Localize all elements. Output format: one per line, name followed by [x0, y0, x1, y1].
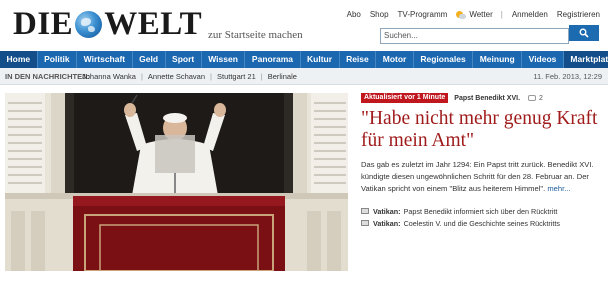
wetter-link[interactable]: Wetter — [469, 10, 492, 19]
globe-icon — [75, 10, 103, 38]
nav-item-meinung[interactable]: Meinung — [473, 51, 523, 68]
die-welt-logo[interactable]: DIE WELT — [13, 6, 202, 42]
more-link[interactable]: mehr... — [547, 184, 570, 193]
tv-programm-link[interactable]: TV-Programm — [398, 10, 448, 19]
nav-item-videos[interactable]: Videos — [522, 51, 564, 68]
search-icon — [579, 28, 589, 38]
top-links: Abo Shop TV-Programm Wetter | Anmelden R… — [338, 10, 600, 19]
weather-icon — [456, 10, 467, 19]
related-text: Coelestin V. und die Geschichte seines R… — [403, 218, 560, 228]
logo-word-welt: WELT — [104, 6, 203, 42]
nav-item-marktplatz[interactable]: Marktplatz — [563, 51, 608, 68]
ticker-tag[interactable]: Johanna Wanka — [82, 68, 136, 85]
current-date: 11. Feb. 2013, 12:29 — [533, 72, 602, 81]
separator: | — [140, 72, 143, 81]
related-text: Papst Benedikt informiert sich über den … — [403, 206, 558, 216]
main-navigation: Home Politik Wirtschaft Geld Sport Wisse… — [0, 51, 608, 68]
separator: | — [210, 72, 212, 81]
ticker-label: IN DEN NACHRICHTEN: — [5, 72, 90, 81]
comments-count[interactable]: 2 — [528, 95, 543, 102]
separator: | — [500, 10, 503, 19]
update-badge: Aktualisiert vor 1 Minute — [361, 93, 449, 103]
anmelden-link[interactable]: Anmelden — [512, 10, 548, 19]
article-teaser: Das gab es zuletzt im Jahr 1294: Ein Pap… — [361, 159, 602, 195]
nav-item-kultur[interactable]: Kultur — [301, 51, 340, 68]
nav-item-panorama[interactable]: Panorama — [245, 51, 301, 68]
nav-item-home[interactable]: Home — [0, 51, 38, 68]
article-icon — [361, 220, 369, 226]
nav-item-regionales[interactable]: Regionales — [414, 51, 474, 68]
registrieren-link[interactable]: Registrieren — [557, 10, 600, 19]
site-header: DIE WELT zur Startseite machen Abo Shop … — [0, 0, 608, 50]
separator: | — [260, 72, 263, 81]
abo-link[interactable]: Abo — [347, 10, 361, 19]
article-meta: Aktualisiert vor 1 Minute Papst Benedikt… — [361, 93, 602, 103]
lead-article: Aktualisiert vor 1 Minute Papst Benedikt… — [361, 93, 602, 229]
search-input[interactable] — [380, 27, 569, 44]
article-headline[interactable]: "Habe nicht mehr genug Kraft für mein Am… — [361, 108, 602, 152]
startseite-link[interactable]: zur Startseite machen — [208, 29, 303, 41]
related-link[interactable]: Vatikan: Papst Benedikt informiert sich … — [361, 205, 602, 217]
ticker-tag[interactable]: Berlinale — [268, 68, 297, 85]
nav-item-wissen[interactable]: Wissen — [202, 51, 246, 68]
comment-icon — [528, 95, 537, 101]
related-prefix: Vatikan: — [373, 218, 401, 228]
article-kicker[interactable]: Papst Benedikt XVI. — [454, 95, 520, 102]
ticker-tag[interactable]: Stuttgart 21 — [217, 68, 256, 85]
lead-article-image[interactable] — [5, 93, 348, 271]
logo-word-die: DIE — [13, 6, 74, 42]
related-links: Vatikan: Papst Benedikt informiert sich … — [361, 205, 602, 229]
related-prefix: Vatikan: — [373, 206, 401, 216]
comments-number: 2 — [539, 94, 543, 102]
nav-item-sport[interactable]: Sport — [166, 51, 202, 68]
news-ticker: IN DEN NACHRICHTEN: Johanna Wanka | Anne… — [0, 68, 608, 85]
related-link[interactable]: Vatikan: Coelestin V. und die Geschichte… — [361, 217, 602, 229]
search-box — [380, 25, 599, 44]
shop-link[interactable]: Shop — [370, 10, 389, 19]
nav-item-geld[interactable]: Geld — [133, 51, 166, 68]
nav-item-reise[interactable]: Reise — [340, 51, 377, 68]
nav-item-wirtschaft[interactable]: Wirtschaft — [77, 51, 133, 68]
search-button[interactable] — [569, 25, 599, 41]
article-icon — [361, 208, 369, 214]
nav-item-politik[interactable]: Politik — [38, 51, 78, 68]
nav-item-motor[interactable]: Motor — [376, 51, 414, 68]
ticker-tags: Johanna Wanka | Annette Schavan | Stuttg… — [82, 68, 297, 85]
ticker-tag[interactable]: Annette Schavan — [148, 68, 205, 85]
